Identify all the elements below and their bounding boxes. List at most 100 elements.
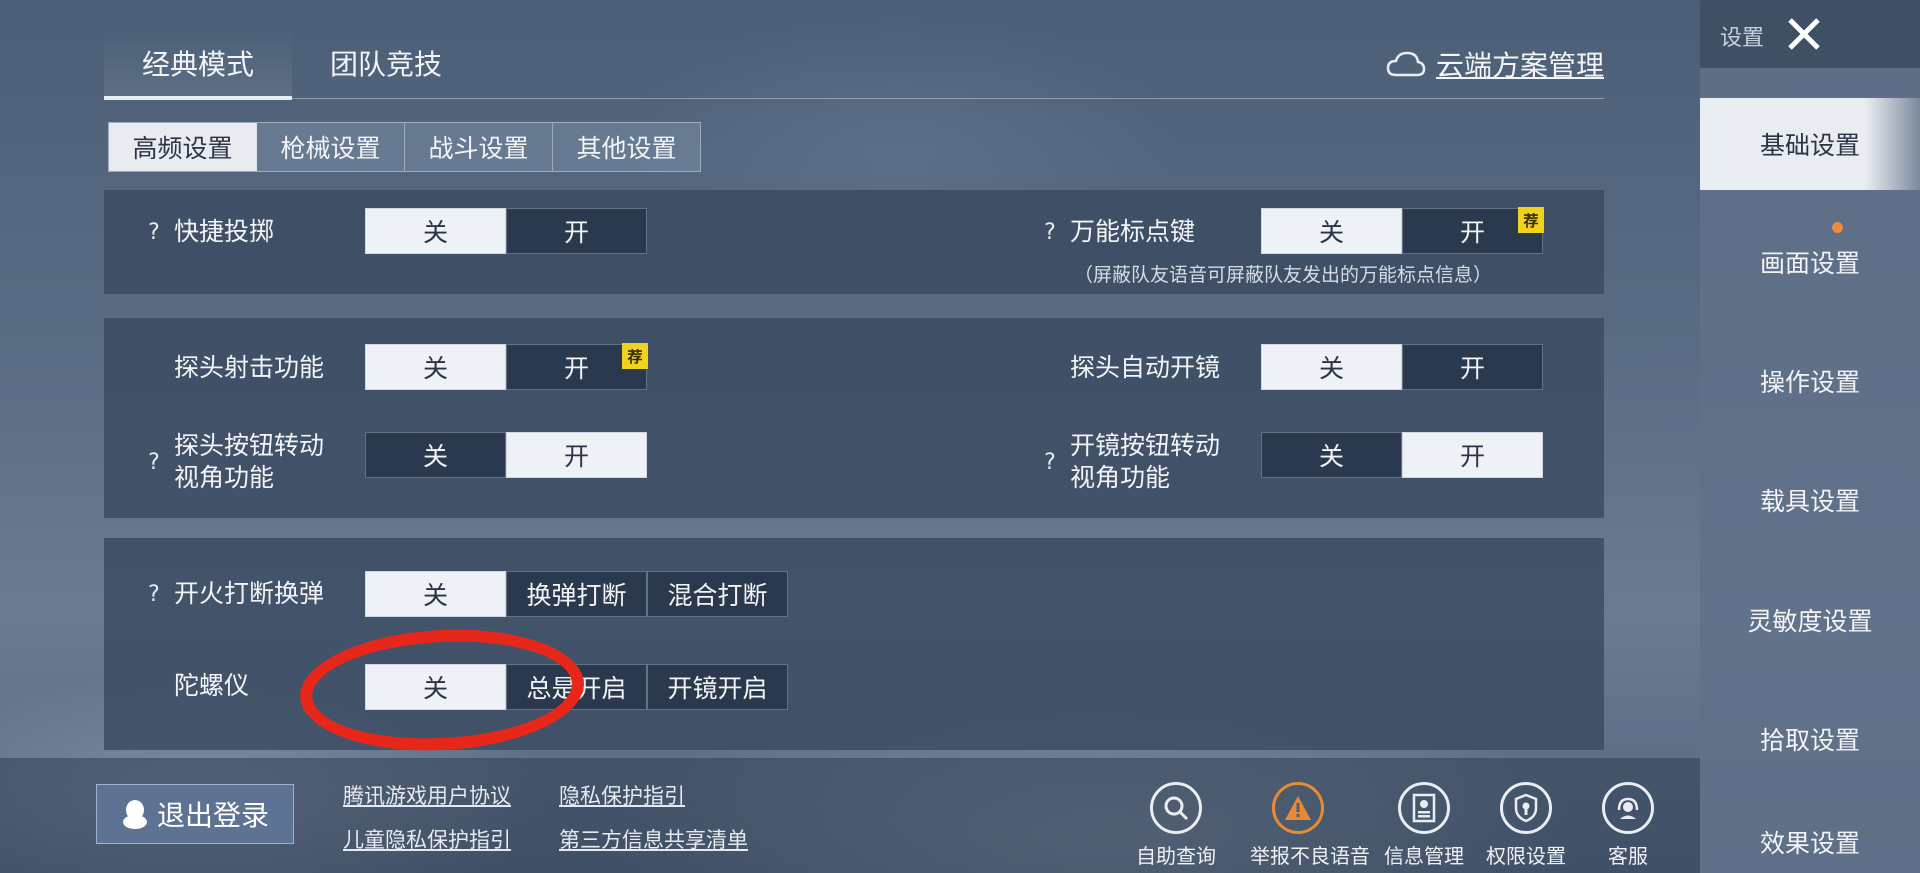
- sidebar-item-pickup[interactable]: 拾取设置: [1700, 693, 1920, 785]
- sub-tabs: 高频设置 枪械设置 战斗设置 其他设置: [108, 122, 701, 172]
- self-service-button[interactable]: 自助查询: [1128, 782, 1224, 869]
- divider: [104, 98, 1604, 99]
- sidebar-item-vehicle[interactable]: 载具设置: [1700, 454, 1920, 546]
- tab-team-battle[interactable]: 团队竞技: [292, 30, 480, 96]
- option-on[interactable]: 开: [506, 208, 647, 254]
- peek-auto-scope-toggle: 关 开: [1261, 344, 1543, 390]
- peek-button-rotate-toggle: 关 开: [365, 432, 647, 478]
- setting-label: 快捷投掷: [174, 217, 275, 246]
- option-reload-interrupt[interactable]: 换弹打断: [506, 571, 647, 617]
- fire-interrupt-reload-toggle: 关 换弹打断 混合打断: [365, 571, 788, 617]
- headset-icon: [1602, 782, 1654, 834]
- option-mixed-interrupt[interactable]: 混合打断: [647, 571, 788, 617]
- setting-label: 探头按钮转动 视角功能: [174, 430, 324, 494]
- icon-label: 客服: [1608, 844, 1648, 868]
- sidebar-item-controls[interactable]: 操作设置: [1700, 335, 1920, 427]
- sidebar-item-basic[interactable]: 基础设置: [1700, 98, 1920, 190]
- penguin-icon: [122, 800, 147, 829]
- tab-combat[interactable]: 战斗设置: [405, 123, 553, 171]
- cloud-scheme-button[interactable]: 云端方案管理: [1386, 44, 1604, 84]
- label-line-2: 视角功能: [1070, 463, 1171, 492]
- sidebar-item-effects[interactable]: 效果设置: [1700, 811, 1920, 873]
- option-off[interactable]: 关: [365, 344, 506, 390]
- search-icon: [1150, 782, 1202, 834]
- link-user-agreement[interactable]: 腾讯游戏用户协议: [343, 780, 511, 810]
- universal-mark-toggle: 关 开荐: [1261, 207, 1544, 254]
- help-icon[interactable]: ?: [1038, 220, 1062, 245]
- option-off[interactable]: 关: [365, 208, 506, 254]
- label-line-1: 探头按钮转动: [174, 431, 325, 460]
- setting-quick-throw: ? 快捷投掷: [142, 216, 274, 248]
- option-on[interactable]: 开: [1402, 344, 1543, 390]
- option-off[interactable]: 关: [365, 432, 506, 478]
- setting-label: 开火打断换弹: [174, 579, 325, 608]
- quick-throw-toggle: 关 开: [365, 208, 647, 254]
- tab-weapon[interactable]: 枪械设置: [257, 123, 405, 171]
- tab-classic-mode[interactable]: 经典模式: [104, 30, 292, 100]
- permission-settings-button[interactable]: 权限设置: [1478, 782, 1574, 869]
- label-line-1: 开镜按钮转动: [1070, 431, 1221, 460]
- cloud-scheme-label: 云端方案管理: [1435, 49, 1604, 82]
- setting-scope-button-rotate: ? 开镜按钮转动 视角功能: [1038, 430, 1220, 494]
- option-off[interactable]: 关: [1261, 432, 1402, 478]
- setting-fire-interrupt-reload: ? 开火打断换弹: [142, 578, 324, 610]
- setting-peek-auto-scope: 探头自动开镜: [1070, 352, 1220, 384]
- option-off[interactable]: 关: [1261, 344, 1402, 390]
- link-third-party-sharing[interactable]: 第三方信息共享清单: [559, 824, 748, 854]
- gyroscope-toggle: 关 总是开启 开镜开启: [365, 664, 788, 710]
- setting-label: 开镜按钮转动 视角功能: [1070, 430, 1220, 494]
- icon-label: 举报不良语音: [1250, 844, 1370, 868]
- option-label: 开: [563, 354, 589, 383]
- info-manage-button[interactable]: 信息管理: [1376, 782, 1472, 869]
- setting-universal-mark: ? 万能标点键: [1038, 216, 1195, 248]
- sidebar-item-graphics[interactable]: 画面设置: [1700, 216, 1920, 308]
- setting-peek-button-rotate: ? 探头按钮转动 视角功能: [142, 430, 324, 494]
- option-off[interactable]: 关: [365, 664, 506, 710]
- setting-peek-shoot: 探头射击功能: [174, 352, 324, 384]
- universal-mark-hint: （屏蔽队友语音可屏蔽队友发出的万能标点信息）: [1074, 264, 1493, 286]
- warning-icon: [1272, 782, 1324, 834]
- link-privacy-guide[interactable]: 隐私保护指引: [559, 780, 685, 810]
- option-label: 开: [1459, 218, 1485, 247]
- logout-button[interactable]: 退出登录: [96, 784, 294, 844]
- help-icon[interactable]: ?: [1038, 450, 1062, 475]
- close-button[interactable]: [1778, 10, 1830, 58]
- logout-label: 退出登录: [156, 799, 269, 832]
- icon-label: 自助查询: [1136, 844, 1216, 868]
- option-on[interactable]: 开荐: [506, 343, 648, 390]
- mode-tabs: 经典模式 团队竞技: [104, 30, 480, 100]
- report-voice-button[interactable]: 举报不良语音: [1250, 782, 1370, 869]
- peek-shoot-toggle: 关 开荐: [365, 343, 648, 390]
- help-icon[interactable]: ?: [142, 450, 166, 475]
- link-child-privacy[interactable]: 儿童隐私保护指引: [343, 824, 511, 854]
- option-off[interactable]: 关: [365, 571, 506, 617]
- option-on[interactable]: 开: [1402, 432, 1543, 478]
- tab-high-frequency[interactable]: 高频设置: [109, 123, 257, 171]
- scope-button-rotate-toggle: 关 开: [1261, 432, 1543, 478]
- option-scope-on[interactable]: 开镜开启: [647, 664, 788, 710]
- notification-dot: [1832, 222, 1843, 233]
- id-card-icon: [1398, 782, 1450, 834]
- setting-label: 探头射击功能: [174, 353, 325, 382]
- sidebar-title: 设置: [1720, 26, 1765, 51]
- recommended-badge: 荐: [1518, 207, 1544, 233]
- setting-label: 探头自动开镜: [1070, 353, 1221, 382]
- shield-icon: [1500, 782, 1552, 834]
- setting-gyroscope: 陀螺仪: [174, 670, 249, 702]
- icon-label: 信息管理: [1384, 844, 1464, 868]
- setting-label: 万能标点键: [1070, 217, 1196, 246]
- settings-panel-3: [104, 538, 1604, 750]
- icon-label: 权限设置: [1486, 844, 1566, 868]
- help-icon[interactable]: ?: [142, 582, 166, 607]
- customer-service-button[interactable]: 客服: [1580, 782, 1676, 869]
- close-icon: [1788, 18, 1820, 50]
- sidebar-item-sensitivity[interactable]: 灵敏度设置: [1700, 574, 1920, 666]
- recommended-badge: 荐: [622, 343, 648, 369]
- tab-other[interactable]: 其他设置: [553, 123, 700, 171]
- option-always-on[interactable]: 总是开启: [506, 664, 647, 710]
- option-on[interactable]: 开: [506, 432, 647, 478]
- help-icon[interactable]: ?: [142, 220, 166, 245]
- option-on[interactable]: 开荐: [1402, 207, 1544, 254]
- option-off[interactable]: 关: [1261, 208, 1402, 254]
- cloud-icon: [1386, 51, 1426, 77]
